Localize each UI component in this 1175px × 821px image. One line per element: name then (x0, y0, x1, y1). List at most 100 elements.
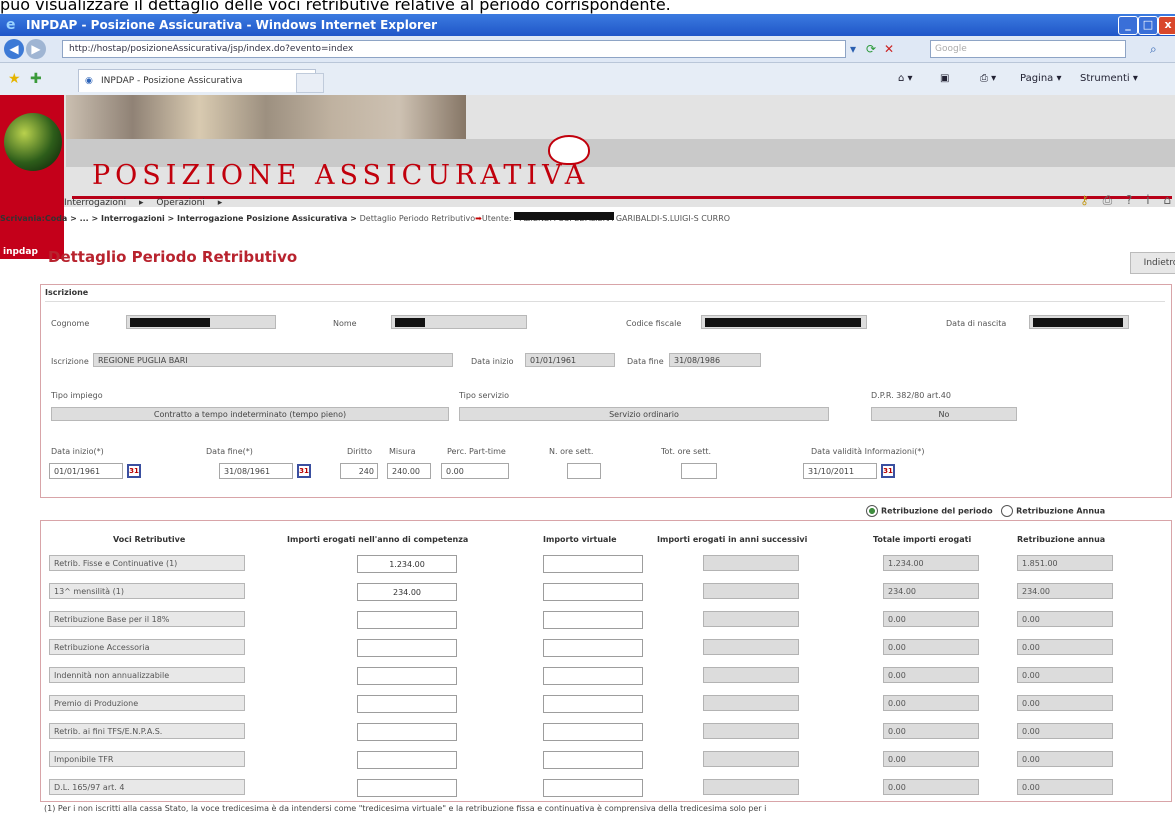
tab-inpdap[interactable]: ◉ INPDAP - Posizione Assicurativa (78, 69, 316, 92)
voce-label: Indennità non annualizzabile (49, 667, 245, 683)
menu-operazioni[interactable]: Operazioni ▸ (156, 198, 222, 208)
maximize-button[interactable]: □ (1138, 16, 1158, 35)
col-header: Importi erogati nell'anno di competenza (287, 535, 469, 544)
importo-virtuale-input[interactable] (543, 583, 643, 601)
radio-periodo[interactable] (866, 505, 878, 517)
periodo-fine-input[interactable]: 31/08/1961 (219, 463, 293, 479)
annua-field: 0.00 (1017, 695, 1113, 711)
ore-sett-label: N. ore sett. (549, 447, 594, 456)
footnote: (1) Per i non iscritti alla cassa Stato,… (44, 804, 767, 813)
importo-virtuale-input[interactable] (543, 611, 643, 629)
redacted-nome (395, 318, 425, 327)
annua-field: 0.00 (1017, 667, 1113, 683)
ore-sett-input[interactable] (567, 463, 601, 479)
calendar-icon[interactable]: 31 (127, 464, 141, 478)
competenza-input[interactable] (357, 667, 457, 685)
page-menu[interactable]: Pagina ▾ (1020, 73, 1062, 84)
annua-field: 1.851.00 (1017, 555, 1113, 571)
key-icon[interactable]: ⚷ (1080, 193, 1089, 207)
anni-successivi-field (703, 611, 799, 627)
tipo-impiego-field: Contratto a tempo indeterminato (tempo p… (51, 407, 449, 421)
table-row: D.L. 165/97 art. 4 0.00 0.00 (41, 775, 1171, 800)
ie-icon: e (6, 17, 16, 33)
window-title: INPDAP - Posizione Assicurativa - Window… (26, 18, 438, 32)
home-icon[interactable]: ⌂ (1163, 193, 1171, 207)
calendar-icon[interactable]: 31 (297, 464, 311, 478)
periodo-inizio-input[interactable]: 01/01/1961 (49, 463, 123, 479)
competenza-input[interactable] (357, 611, 457, 629)
totale-field: 0.00 (883, 695, 979, 711)
print-icon[interactable]: ⎙ (1103, 193, 1113, 207)
print-icon[interactable]: ⎙ ▾ (980, 73, 996, 84)
new-tab-button[interactable] (296, 73, 324, 93)
forward-arrow-icon[interactable]: ▶ (26, 39, 46, 59)
codice-fiscale-field (701, 315, 867, 329)
voce-label: Retrib. Fisse e Continuative (1) (49, 555, 245, 571)
stop-icon[interactable]: ✕ (884, 42, 894, 56)
totale-field: 0.00 (883, 779, 979, 795)
refresh-icon[interactable]: ⟳ (866, 42, 876, 56)
diritto-label: Diritto (347, 447, 373, 456)
importo-virtuale-input[interactable] (543, 723, 643, 741)
totale-field: 0.00 (883, 611, 979, 627)
diritto-input[interactable]: 240 (340, 463, 378, 479)
voce-label: Retrib. ai fini TFS/E.N.P.A.S. (49, 723, 245, 739)
calendar-icon[interactable]: 31 (881, 464, 895, 478)
importo-virtuale-input[interactable] (543, 779, 643, 797)
search-icon[interactable]: ⌕ (1150, 42, 1157, 57)
minimize-button[interactable]: _ (1118, 16, 1138, 35)
misura-input[interactable]: 240.00 (387, 463, 431, 479)
anni-successivi-field (703, 751, 799, 767)
importo-virtuale-input[interactable] (543, 639, 643, 657)
data-fine-label: Data fine (627, 357, 664, 366)
tools-menu[interactable]: Strumenti ▾ (1080, 73, 1138, 84)
url-input[interactable]: http://hostap/posizioneAssicurativa/jsp/… (62, 40, 846, 58)
logo-brand: inpdap (3, 247, 38, 257)
importo-virtuale-input[interactable] (543, 667, 643, 685)
feeds-icon[interactable]: ▣ (940, 73, 949, 84)
dpr-label: D.P.R. 382/80 art.40 (871, 391, 951, 400)
competenza-input[interactable]: 1.234.00 (357, 555, 457, 573)
tab-label: INPDAP - Posizione Assicurativa (101, 76, 243, 86)
totale-field: 234.00 (883, 583, 979, 599)
close-button[interactable]: x (1158, 16, 1175, 35)
search-input[interactable]: Google (930, 40, 1126, 58)
importo-virtuale-input[interactable] (543, 751, 643, 769)
radio-annua[interactable] (1001, 505, 1014, 517)
favorites-star-icon[interactable]: ★ (8, 71, 21, 87)
competenza-input[interactable]: 234.00 (357, 583, 457, 601)
importo-virtuale-input[interactable] (543, 555, 643, 573)
periodo-fine-label: Data fine(*) (206, 447, 253, 456)
dropdown-icon[interactable]: ▾ (850, 42, 856, 56)
voce-label: Retribuzione Accessoria (49, 639, 245, 655)
add-favorite-icon[interactable]: ✚ (30, 71, 42, 87)
breadcrumb: Scrivania:Coda > ... > Interrogazioni > … (0, 212, 731, 223)
back-arrow-icon[interactable]: ◀ (4, 39, 24, 59)
totale-field: 0.00 (883, 667, 979, 683)
page-caption: può visualizzare il dettaglio delle voci… (0, 0, 671, 14)
back-button[interactable]: Indietro (1130, 252, 1175, 274)
totale-field: 0.00 (883, 723, 979, 739)
competenza-input[interactable] (357, 779, 457, 797)
annua-field: 0.00 (1017, 779, 1113, 795)
annua-field: 0.00 (1017, 639, 1113, 655)
competenza-input[interactable] (357, 695, 457, 713)
home-icon[interactable]: ⌂ ▾ (898, 73, 913, 84)
importo-virtuale-input[interactable] (543, 695, 643, 713)
voce-label: Imponibile TFR (49, 751, 245, 767)
cognome-label: Cognome (51, 319, 90, 328)
help-icon[interactable]: ? (1126, 193, 1132, 207)
annua-field: 0.00 (1017, 723, 1113, 739)
col-header: Importo virtuale (543, 535, 617, 544)
info-icon[interactable]: i (1146, 193, 1149, 207)
competenza-input[interactable] (357, 639, 457, 657)
tot-ore-input[interactable] (681, 463, 717, 479)
validita-input[interactable]: 31/10/2011 (803, 463, 877, 479)
annua-field: 0.00 (1017, 751, 1113, 767)
competenza-input[interactable] (357, 723, 457, 741)
part-time-input[interactable]: 0.00 (441, 463, 509, 479)
menu-interrogazioni[interactable]: Interrogazioni ▸ (64, 198, 144, 208)
table-row: Retrib. ai fini TFS/E.N.P.A.S. 0.00 0.00 (41, 719, 1171, 744)
competenza-input[interactable] (357, 751, 457, 769)
table-row: Indennità non annualizzabile 0.00 0.00 (41, 663, 1171, 688)
